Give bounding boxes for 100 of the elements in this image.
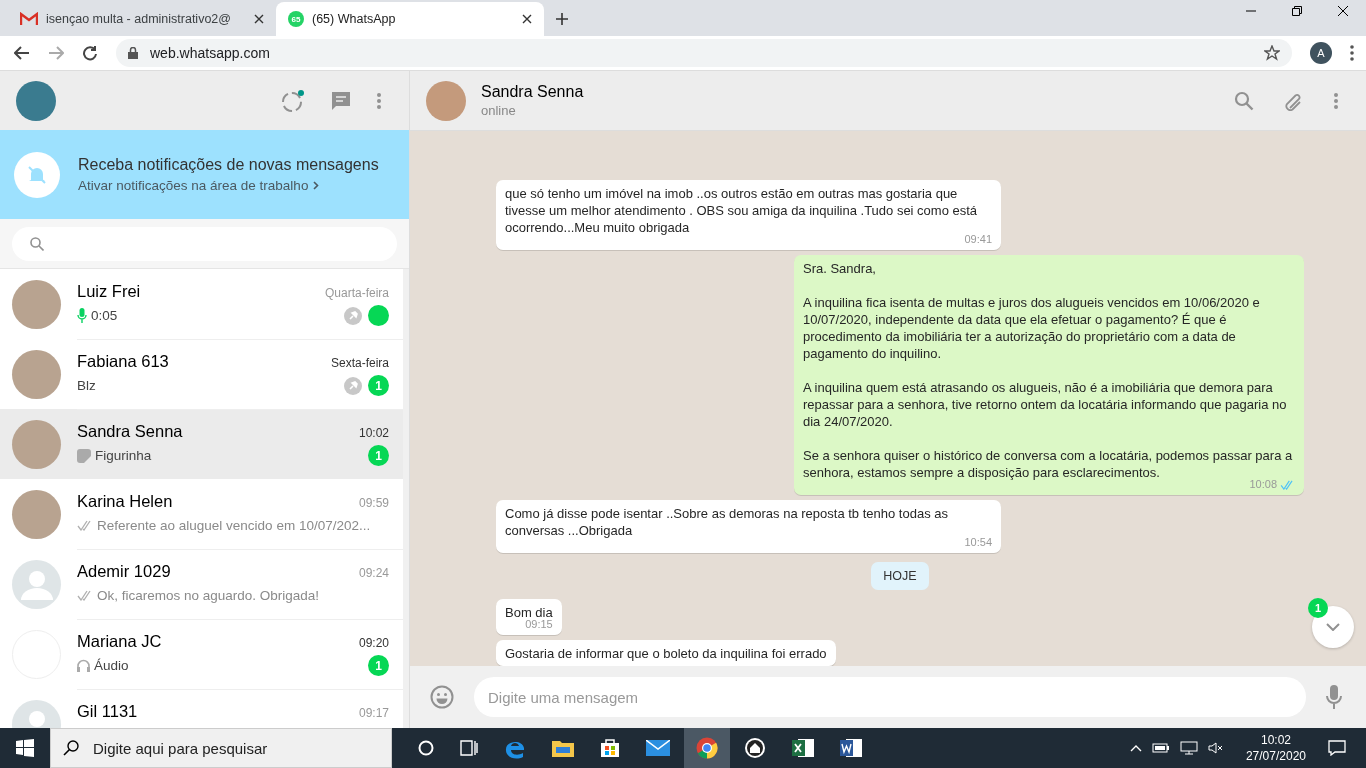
- search-icon: [30, 236, 44, 251]
- chat-list-item[interactable]: Ademir 1029 09:24 Ok, ficaremos no aguardo. Obrigada!: [0, 549, 403, 619]
- mail-icon: [20, 12, 38, 26]
- message-preview: Blz: [77, 378, 96, 393]
- mail-icon[interactable]: [646, 740, 670, 756]
- message-preview: Ok, ficaremos no aguardo. Obrigada!: [97, 588, 320, 603]
- chat-time: 09:59: [358, 495, 389, 510]
- microphone-icon: [77, 308, 87, 323]
- speaker-muted-icon[interactable]: [1207, 742, 1224, 754]
- status-icon[interactable]: [281, 88, 305, 113]
- reload-icon[interactable]: [82, 45, 98, 61]
- enable-notifications-link[interactable]: Ativar notificações na área de trabalho: [78, 178, 309, 193]
- clock-date[interactable]: 27/07/2020: [1245, 748, 1306, 764]
- browser-tab[interactable]: isençao multa - administrativo2@: [8, 2, 276, 36]
- message-preview: Áudio: [94, 658, 129, 673]
- message-text: Bom dia: [505, 604, 553, 620]
- profile-avatar[interactable]: A: [1310, 42, 1332, 64]
- unread-badge: 1: [368, 655, 389, 676]
- contact-name: Mariana JC: [77, 631, 162, 651]
- lock-icon: [128, 47, 138, 59]
- chat-list-item[interactable]: Sandra Senna 10:02 Figurinha 1: [0, 409, 403, 479]
- message-text: A inquilina quem está atrasando os alugueis, não é a imobiliária que demora para repassar para a senhora, tive retorno ontem da locatária informando que pagaria no dia 24/07/2020.: [803, 379, 1288, 430]
- notification-icon[interactable]: [1328, 740, 1346, 756]
- message-text: que só tenho um imóvel na imob ..os outros estão em outras mas gostaria que tivesse um melhor atendimento . OBS sou amiga da inquilina .Tudo sei como está ocorrendo...Meu muito obrigada: [505, 185, 979, 235]
- chat-time: Quarta-feira: [324, 285, 389, 300]
- tab-title: isençao multa - administrativo2@: [46, 12, 232, 26]
- message-preview: 0:05: [91, 308, 118, 323]
- chat-list-item[interactable]: Fabiana 613 Sexta-feira Blz 1: [0, 339, 403, 409]
- contact-status: online: [481, 103, 517, 118]
- message-text: Sra. Sandra,: [803, 260, 877, 277]
- message-time: 09:15: [525, 618, 553, 631]
- spreadsheet-icon[interactable]: [792, 737, 814, 759]
- chat-list-item[interactable]: Karina Helen 09:59 Referente ao aluguel vencido em 10/07/202...: [0, 479, 403, 549]
- profile-avatar[interactable]: [16, 80, 56, 121]
- contact-name: Luiz Frei: [77, 281, 141, 301]
- message-text: Como já disse pode isentar ..Sobre as demoras na reposta tb tenho todas as conversas ...Obrigada: [505, 505, 949, 539]
- chat-time: Sexta-feira: [330, 355, 389, 370]
- home-icon[interactable]: [744, 737, 766, 759]
- double-check-icon: [77, 520, 93, 531]
- double-check-icon: [77, 590, 93, 601]
- message-text: Se a senhora quiser o histórico de conversa com a locatária, podemos passar para a senhora, estamos sempre a disposição para esclarecimentos.: [803, 447, 1294, 480]
- photo-placeholder: [12, 349, 61, 399]
- message-time: 09:41: [964, 233, 992, 246]
- chat-list-item[interactable]: Luiz Frei Quarta-feira 0:05: [0, 269, 403, 339]
- clock-time[interactable]: 10:02: [1260, 732, 1291, 748]
- contact-name: Sandra Senna: [77, 421, 183, 441]
- search-icon[interactable]: [1234, 90, 1254, 111]
- document-icon[interactable]: [840, 737, 862, 759]
- photo-placeholder: [12, 419, 61, 469]
- chevron-right-icon[interactable]: [313, 181, 320, 190]
- unread-badge: 1: [368, 445, 389, 466]
- chevron-up-icon[interactable]: [1129, 744, 1142, 752]
- emoji-icon[interactable]: [430, 685, 454, 709]
- task-view-icon[interactable]: [460, 740, 478, 756]
- microphone-icon[interactable]: [1326, 685, 1342, 709]
- address-bar[interactable]: web.whatsapp.com: [116, 39, 1292, 67]
- close-icon[interactable]: [522, 14, 532, 24]
- contact-name: Gil 1131: [77, 701, 138, 721]
- default-avatar-icon: [12, 559, 61, 609]
- contact-name: Fabiana 613: [77, 351, 169, 371]
- chat-time: 09:24: [358, 565, 389, 580]
- store-icon[interactable]: [600, 738, 620, 758]
- chat-time: 10:02: [358, 425, 389, 440]
- tab-title: (65) WhatsApp: [312, 12, 397, 26]
- taskbar-search-field[interactable]: Digite aqui para pesquisar: [50, 728, 392, 768]
- chat-list-item[interactable]: Mariana JC 09:20 Áudio 1: [0, 619, 403, 689]
- chrome-icon[interactable]: [696, 737, 718, 759]
- browser-tab[interactable]: 65 (65) WhatsApp: [276, 2, 544, 36]
- chevron-down-icon: [1326, 623, 1340, 631]
- message-preview: Referente ao aluguel vencido em 10/07/202...: [97, 518, 371, 533]
- back-icon[interactable]: [14, 46, 30, 60]
- message-text: Gostaria de informar que o boleto da inquilina foi errado: [505, 645, 827, 662]
- unread-badge: 1: [368, 375, 389, 396]
- star-icon[interactable]: [1264, 45, 1280, 61]
- close-icon[interactable]: [254, 14, 264, 24]
- message-time: 10:08: [1249, 478, 1277, 491]
- chat-time: 09:17: [358, 705, 389, 720]
- battery-icon[interactable]: [1151, 742, 1170, 754]
- contact-name: Sandra Senna: [481, 83, 584, 101]
- close-icon[interactable]: [1338, 6, 1348, 16]
- banner-title: Receba notificações de novas mensagens: [78, 156, 379, 174]
- cortana-icon[interactable]: [418, 740, 434, 756]
- message-text: A inquilina fica isenta de multas e juros dos alugueis vencidos em 10/06/2020 e 10/07/2020, independente da data que ela efetuar o pagamento? É que é procedimento da imobiliária ter a autorização do proprietário com a data de pagamento do inquilino.: [803, 294, 1261, 362]
- chat-icon[interactable]: [331, 90, 351, 111]
- unread-badge: 1: [1308, 598, 1328, 618]
- new-tab-icon[interactable]: [556, 13, 568, 25]
- menu-icon[interactable]: [1350, 45, 1354, 61]
- chat-time: 09:20: [358, 635, 389, 650]
- folder-icon[interactable]: [552, 739, 574, 757]
- photo-placeholder: [12, 279, 61, 329]
- windows-start-icon[interactable]: [16, 739, 34, 757]
- photo-placeholder: [12, 489, 61, 539]
- network-icon[interactable]: [1179, 741, 1198, 755]
- tab-badge: 65: [288, 11, 304, 27]
- restore-icon[interactable]: [1292, 6, 1302, 16]
- search-field[interactable]: [12, 226, 397, 261]
- message-input[interactable]: Digite uma mensagem: [474, 677, 1306, 717]
- message-preview: Figurinha: [95, 448, 152, 463]
- search-icon: [63, 740, 79, 756]
- sticker-icon: [77, 448, 91, 463]
